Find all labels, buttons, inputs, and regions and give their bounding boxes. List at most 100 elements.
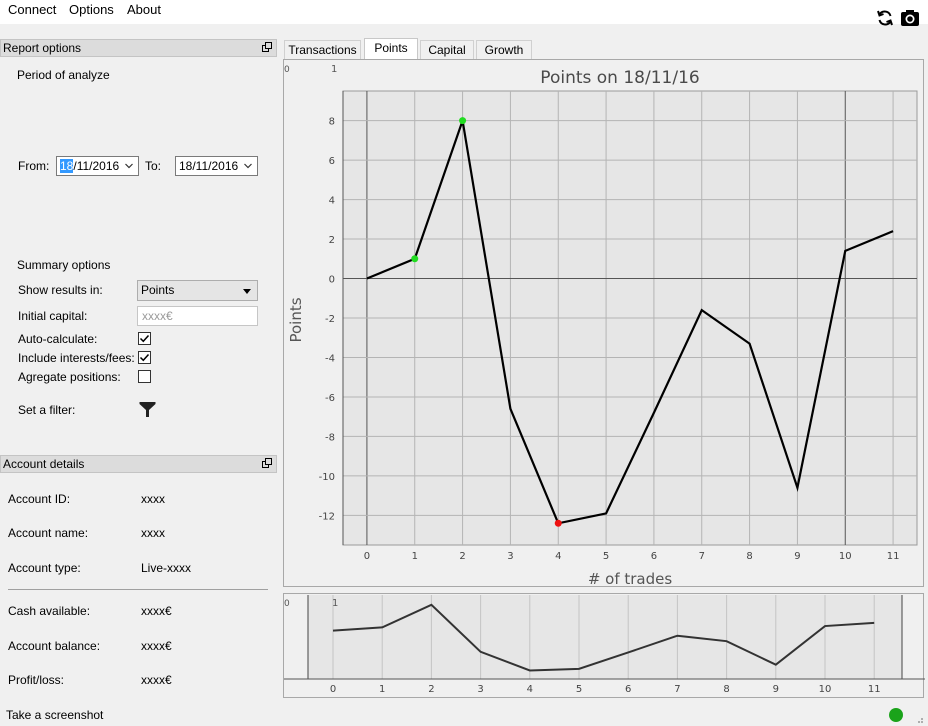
show-results-select[interactable]: Points xyxy=(137,280,258,301)
overview-corner-0: 0 xyxy=(284,599,290,609)
refresh-icon[interactable] xyxy=(875,8,895,28)
account-details-title: Account details xyxy=(0,455,277,473)
show-results-value: Points xyxy=(141,283,175,297)
chevron-down-icon[interactable] xyxy=(125,163,133,169)
aggregate-label: Agregate positions: xyxy=(18,370,121,384)
overview-x-tick-label: 11 xyxy=(868,684,881,695)
filter-label: Set a filter: xyxy=(18,403,76,417)
aggregate-checkbox[interactable] xyxy=(138,370,151,383)
x-tick-label: 1 xyxy=(412,551,418,562)
show-results-label: Show results in: xyxy=(18,283,103,297)
initial-capital-label: Initial capital: xyxy=(18,309,88,323)
resize-grip-icon[interactable] xyxy=(914,714,924,724)
tab-capital[interactable]: Capital xyxy=(420,40,474,59)
screenshot-status-label: Take a screenshot xyxy=(6,708,104,722)
overview-x-tick-label: 9 xyxy=(773,684,779,695)
auto-calc-label: Auto-calculate: xyxy=(18,332,98,346)
camera-icon[interactable] xyxy=(900,8,920,28)
initial-capital-input[interactable]: xxxx€ xyxy=(137,306,258,326)
from-label: From: xyxy=(18,159,50,173)
y-tick-label: 4 xyxy=(329,196,335,207)
x-tick-label: 9 xyxy=(794,551,800,562)
y-tick-labels: 8 6 4 2 0 -2 -4 -6 -8 -10 -12 xyxy=(319,117,335,523)
y-tick-label: -2 xyxy=(325,314,335,325)
menu-connect[interactable]: Connect xyxy=(8,2,56,17)
float-icon[interactable] xyxy=(262,458,272,468)
include-fees-label: Include interests/fees: xyxy=(18,351,135,365)
report-options-title-text: Report options xyxy=(3,41,82,55)
overview-chart[interactable]: 0 1 2 3 4 5 6 7 8 9 10 11 0 1 xyxy=(283,593,925,698)
overview-x-tick-label: 5 xyxy=(576,684,582,695)
y-tick-label: 6 xyxy=(329,156,335,167)
chart-title: Points on 18/11/16 xyxy=(540,68,699,88)
cash-available-label: Cash available: xyxy=(8,604,91,618)
profit-loss-value: xxxx€ xyxy=(141,673,172,687)
account-name-label: Account name: xyxy=(8,526,89,540)
menu-about[interactable]: About xyxy=(127,2,161,17)
chevron-down-icon[interactable] xyxy=(244,163,252,169)
overview-x-tick-label: 2 xyxy=(428,684,434,695)
menu-bar: Connect Options About xyxy=(0,0,928,24)
overview-x-tick-label: 3 xyxy=(477,684,483,695)
overview-x-tick-label: 0 xyxy=(330,684,336,695)
x-axis-label: # of trades xyxy=(588,570,673,588)
overview-x-tick-labels: 0 1 2 3 4 5 6 7 8 9 10 11 xyxy=(330,684,881,695)
x-tick-label: 10 xyxy=(839,551,852,562)
account-id-label: Account ID: xyxy=(8,492,71,506)
auto-calc-checkbox[interactable] xyxy=(138,332,151,345)
y-axis-label: Points xyxy=(287,297,305,342)
cash-available-value: xxxx€ xyxy=(141,604,172,618)
x-tick-labels: 0 1 2 3 4 5 6 7 8 9 10 11 xyxy=(364,551,900,562)
x-tick-label: 8 xyxy=(746,551,752,562)
caret-down-icon xyxy=(243,289,251,294)
x-tick-label: 5 xyxy=(603,551,609,562)
highlight-point xyxy=(411,255,419,263)
status-bar: Take a screenshot xyxy=(0,704,928,726)
profit-loss-label: Profit/loss: xyxy=(8,673,65,687)
include-fees-checkbox[interactable] xyxy=(138,351,151,364)
x-tick-label: 11 xyxy=(887,551,900,562)
overview-x-tick-label: 7 xyxy=(674,684,680,695)
account-id-value: xxxx xyxy=(141,492,165,506)
overview-area xyxy=(308,595,902,679)
account-details-title-text: Account details xyxy=(3,457,85,471)
separator xyxy=(8,589,268,590)
from-date-input[interactable]: 18/11/2016 xyxy=(56,156,139,176)
y-tick-label: -4 xyxy=(325,353,335,364)
x-tick-label: 3 xyxy=(507,551,513,562)
overview-corner-1: 1 xyxy=(332,598,338,609)
account-name-value: xxxx xyxy=(141,526,165,540)
menu-options[interactable]: Options xyxy=(69,2,114,17)
tab-transactions[interactable]: Transactions xyxy=(284,40,361,59)
to-label: To: xyxy=(145,159,162,173)
account-type-value: Live-xxxx xyxy=(141,561,192,575)
overview-x-tick-label: 4 xyxy=(527,684,533,695)
highlight-point xyxy=(554,519,562,527)
float-icon[interactable] xyxy=(262,42,272,52)
tab-growth[interactable]: Growth xyxy=(476,40,532,59)
account-balance-label: Account balance: xyxy=(8,639,101,653)
account-balance-value: xxxx€ xyxy=(141,639,172,653)
y-tick-label: 0 xyxy=(329,275,335,286)
y-tick-label: -6 xyxy=(325,393,335,404)
connection-status-icon xyxy=(889,708,903,722)
to-date-value: 18/11/2016 xyxy=(179,159,239,173)
from-date-day: 18 xyxy=(60,159,74,173)
points-chart[interactable]: 8 6 4 2 0 -2 -4 -6 -8 -10 -12 0 1 2 3 4 5 6 7 8 9 10 11 Point… xyxy=(283,59,924,588)
filter-icon[interactable] xyxy=(139,401,156,418)
x-tick-label: 4 xyxy=(555,551,561,562)
to-date-input[interactable]: 18/11/2016 xyxy=(175,156,258,176)
y-tick-label: -8 xyxy=(325,432,335,443)
y-tick-label: -10 xyxy=(319,472,335,483)
period-label: Period of analyze xyxy=(17,68,110,82)
account-type-label: Account type: xyxy=(8,561,81,575)
highlight-point xyxy=(459,117,467,125)
tab-points[interactable]: Points xyxy=(364,38,418,60)
overview-x-tick-label: 1 xyxy=(379,684,385,695)
x-tick-label: 0 xyxy=(364,551,370,562)
initial-capital-placeholder: xxxx€ xyxy=(142,309,173,323)
x-tick-label: 2 xyxy=(459,551,465,562)
y-tick-label: 8 xyxy=(329,117,335,128)
x-tick-label: 7 xyxy=(699,551,705,562)
corner-label-0: 0 xyxy=(284,65,290,75)
